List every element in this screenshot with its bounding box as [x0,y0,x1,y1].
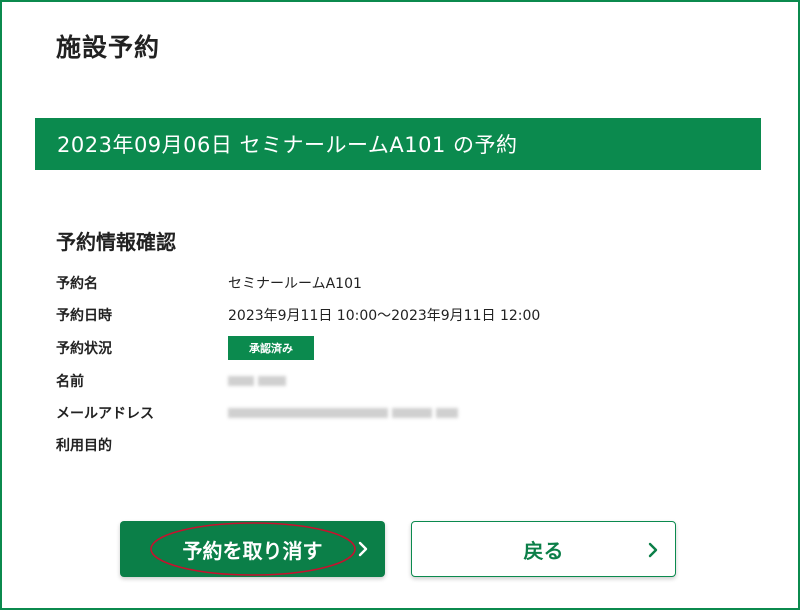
cancel-reservation-label: 予約を取り消す [182,538,323,563]
person-name-redacted [228,374,290,388]
section-title: 予約情報確認 [56,230,176,254]
reservation-name-label: 予約名 [56,276,98,292]
email-redacted [228,406,462,420]
page-title: 施設予約 [56,33,161,62]
chevron-right-icon [358,541,368,557]
chevron-right-icon [648,542,658,558]
back-label: 戻る [523,538,564,563]
status-badge: 承認済み [228,336,314,360]
reservation-status-label: 予約状況 [56,341,112,357]
reservation-datetime-label: 予約日時 [56,308,112,324]
reservation-banner: 2023年09月06日 セミナールームA101 の予約 [35,118,761,170]
reservation-name-value: セミナールームA101 [228,276,362,292]
banner-text: 2023年09月06日 セミナールームA101 の予約 [57,133,518,157]
person-name-label: 名前 [56,374,84,390]
back-button[interactable]: 戻る [411,521,676,577]
purpose-label: 利用目的 [56,438,112,454]
cancel-reservation-button[interactable]: 予約を取り消す [120,521,385,577]
page-frame: 施設予約 2023年09月06日 セミナールームA101 の予約 予約情報確認 … [0,0,800,610]
reservation-datetime-value: 2023年9月11日 10:00～2023年9月11日 12:00 [228,308,541,324]
email-label: メールアドレス [56,406,154,422]
